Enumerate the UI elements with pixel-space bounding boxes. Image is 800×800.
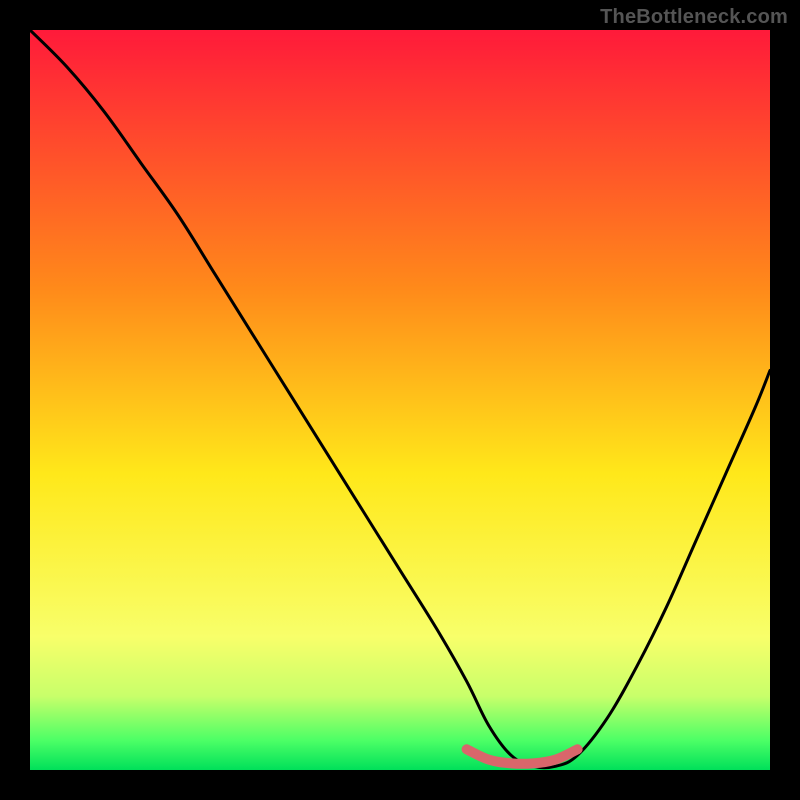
- chart-frame: TheBottleneck.com: [0, 0, 800, 800]
- plot-area: [30, 30, 770, 770]
- watermark-text: TheBottleneck.com: [600, 6, 788, 29]
- chart-svg: [30, 30, 770, 770]
- chart-background: [30, 30, 770, 770]
